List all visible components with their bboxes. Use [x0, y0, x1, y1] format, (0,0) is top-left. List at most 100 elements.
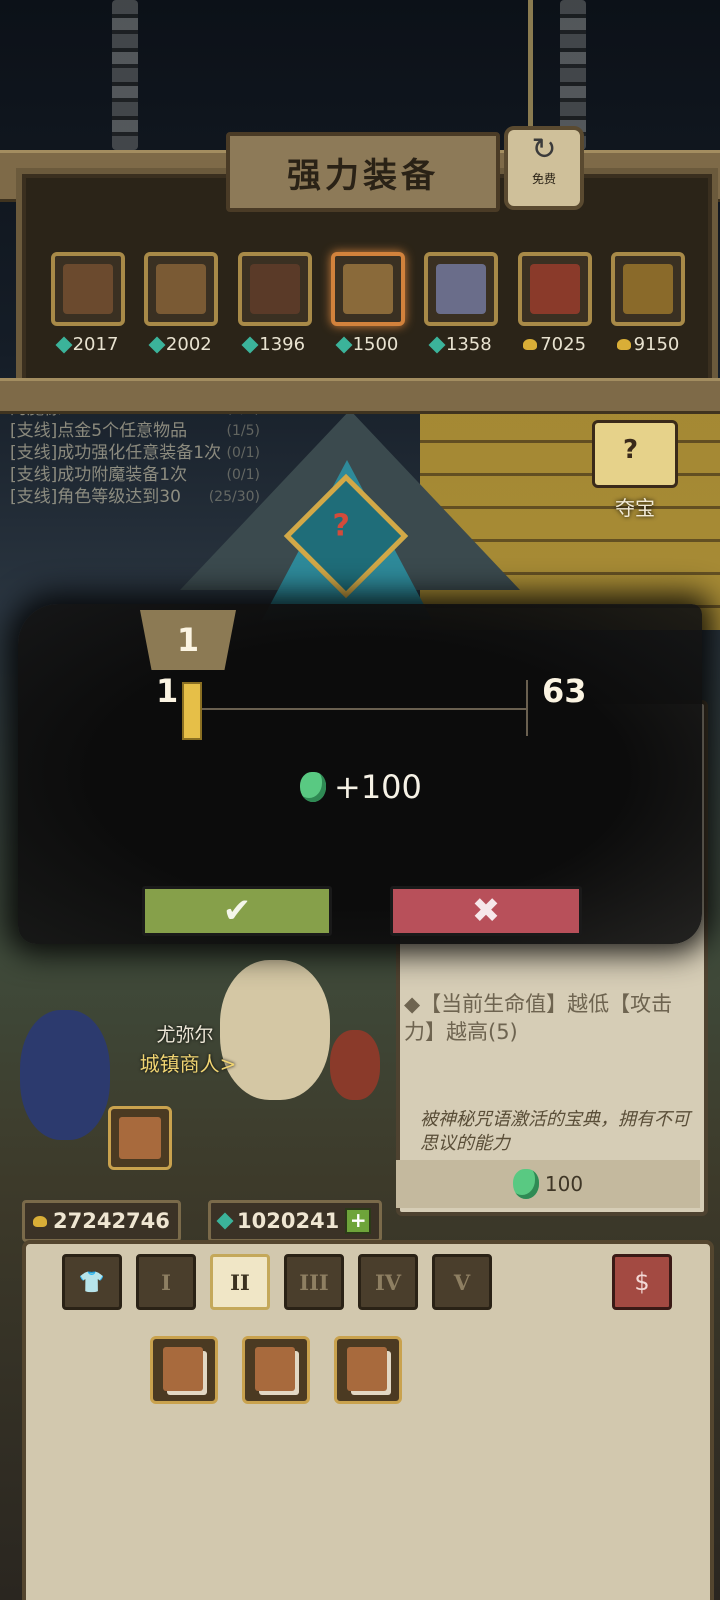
quest-progress: (0/1) [226, 445, 260, 461]
gold-value: 27242746 [53, 1209, 170, 1233]
tab-tier-3[interactable]: III [284, 1254, 344, 1310]
quest-progress: (1/5) [226, 423, 260, 439]
quantity-slider-track[interactable] [196, 708, 526, 710]
shop-item[interactable]: 2017 [48, 252, 128, 355]
gem-icon [216, 1212, 234, 1230]
shop-item[interactable]: 2002 [141, 252, 221, 355]
quest-progress: (0/1) [226, 467, 260, 483]
merchant-link[interactable]: 城镇商人> [118, 1048, 258, 1077]
item-price: 7025 [515, 334, 595, 355]
book-icon[interactable] [108, 1106, 172, 1170]
boots-icon [249, 264, 300, 314]
gold-icon [523, 339, 538, 350]
tab-tier-1[interactable]: I [136, 1254, 196, 1310]
gem-icon [55, 336, 73, 353]
quest-entry: [支线]角色等级达到30 (25/30) [10, 486, 260, 508]
quantity-current: 1 [176, 621, 200, 659]
shop-item[interactable]: 7025 [515, 252, 595, 355]
dark-knight-character[interactable] [20, 1010, 110, 1140]
confirm-button[interactable]: ✔ [142, 886, 332, 936]
refresh-label: 免费 [531, 172, 556, 186]
gem-counter: 1020241 + [208, 1200, 383, 1242]
quest-entry: [支线]点金5个任意物品 (1/5) [10, 420, 260, 442]
gauntlet-icon [436, 264, 487, 314]
sell-button[interactable]: $ [612, 1254, 672, 1310]
quantity-max: 63 [542, 672, 587, 710]
item-slot[interactable] [424, 252, 499, 326]
item-price-value: 1500 [352, 334, 399, 355]
item-slot[interactable] [144, 252, 219, 326]
helmet-icon [622, 264, 673, 314]
item-slot[interactable] [610, 252, 685, 326]
game-scene: ? 的魔像(0/1)[支线]点金5个任意物品(1/5)[支线]成功强化任意装备1… [0, 0, 720, 1600]
item-price-value: 2017 [72, 334, 119, 355]
dagger-icon [529, 264, 580, 314]
merchant-name: 尤弥尔 [156, 1024, 214, 1046]
shop-item[interactable]: 9150 [608, 252, 688, 355]
quest-log: 的魔像(0/1)[支线]点金5个任意物品(1/5)[支线]成功强化任意装备1次(… [10, 398, 260, 508]
quantity-min: 1 [156, 672, 179, 710]
quest-entry: [支线]成功强化任意装备1次 (0/1) [10, 442, 260, 464]
inventory-book-item[interactable] [150, 1336, 218, 1404]
gem-icon [428, 336, 446, 353]
item-slot[interactable] [237, 252, 312, 326]
sell-icon: $ [634, 1268, 650, 1296]
gem-icon [335, 336, 353, 353]
gem-value: 1020241 [237, 1209, 340, 1233]
shop-title-plank: 强力装备 [226, 132, 500, 212]
gold-counter: 27242746 [22, 1200, 181, 1242]
inventory-book-item[interactable] [242, 1336, 310, 1404]
tab-clothing[interactable]: 👕 [62, 1254, 122, 1310]
small-character[interactable] [330, 1030, 380, 1100]
item-price: 1500 [328, 334, 408, 355]
item-price-value: 2002 [165, 334, 212, 355]
shop-title: 强力装备 [287, 155, 439, 196]
treasure-label: 夺宝 [615, 496, 655, 520]
gem-icon [241, 336, 259, 353]
cancel-button[interactable]: ✖ [390, 886, 582, 936]
inventory-book-item[interactable] [334, 1336, 402, 1404]
gloves-icon [63, 264, 113, 314]
quest-text: [支线]成功附魔装备1次 [10, 465, 188, 485]
item-slot[interactable] [517, 252, 592, 326]
quest-text: [支线]成功强化任意装备1次 [10, 443, 222, 463]
item-price: 9150 [608, 334, 688, 355]
quantity-slider-handle[interactable] [182, 682, 202, 740]
reward-display: +100 [300, 768, 422, 806]
add-gems-button[interactable]: + [345, 1208, 372, 1234]
item-slot[interactable] [330, 252, 405, 326]
backpack-icon [342, 264, 393, 314]
chain-left [112, 0, 138, 150]
quest-text: [支线]点金5个任意物品 [10, 421, 188, 441]
refresh-button[interactable]: ↻ 免费 [504, 126, 584, 210]
tab-tier-2[interactable]: II [210, 1254, 270, 1310]
shop-item[interactable]: 1500 [328, 252, 408, 355]
quest-text: [支线]角色等级达到30 [10, 487, 181, 507]
checkmark-icon: ✔ [222, 891, 252, 931]
treasure-chest-icon [592, 420, 678, 488]
item-price-value: 1396 [259, 334, 306, 355]
item-cost-value: 100 [544, 1172, 584, 1196]
item-slot[interactable] [51, 252, 125, 326]
shop-item[interactable]: 1396 [235, 252, 315, 355]
rope [528, 0, 533, 140]
shop-item[interactable]: 1358 [421, 252, 501, 355]
tab-tier-4[interactable]: IV [358, 1254, 418, 1310]
treasure-button[interactable]: 夺宝 [590, 420, 680, 521]
item-cost: 100 [396, 1160, 700, 1208]
inventory-items [150, 1336, 402, 1404]
inventory-tabs: 👕 I II III IV V [62, 1254, 492, 1310]
item-price-value: 9150 [633, 334, 680, 355]
item-price: 1358 [421, 334, 501, 355]
item-price-value: 1358 [445, 334, 492, 355]
item-price: 2017 [48, 334, 128, 355]
potion-icon [512, 1169, 539, 1199]
item-price: 2002 [141, 334, 221, 355]
gold-icon [616, 339, 631, 350]
armor-icon [156, 264, 207, 314]
tab-tier-5[interactable]: V [432, 1254, 492, 1310]
gold-icon [33, 1215, 47, 1227]
reward-value: +100 [334, 768, 422, 806]
refresh-icon: ↻ [531, 132, 557, 167]
board-bottom-beam [0, 378, 720, 414]
